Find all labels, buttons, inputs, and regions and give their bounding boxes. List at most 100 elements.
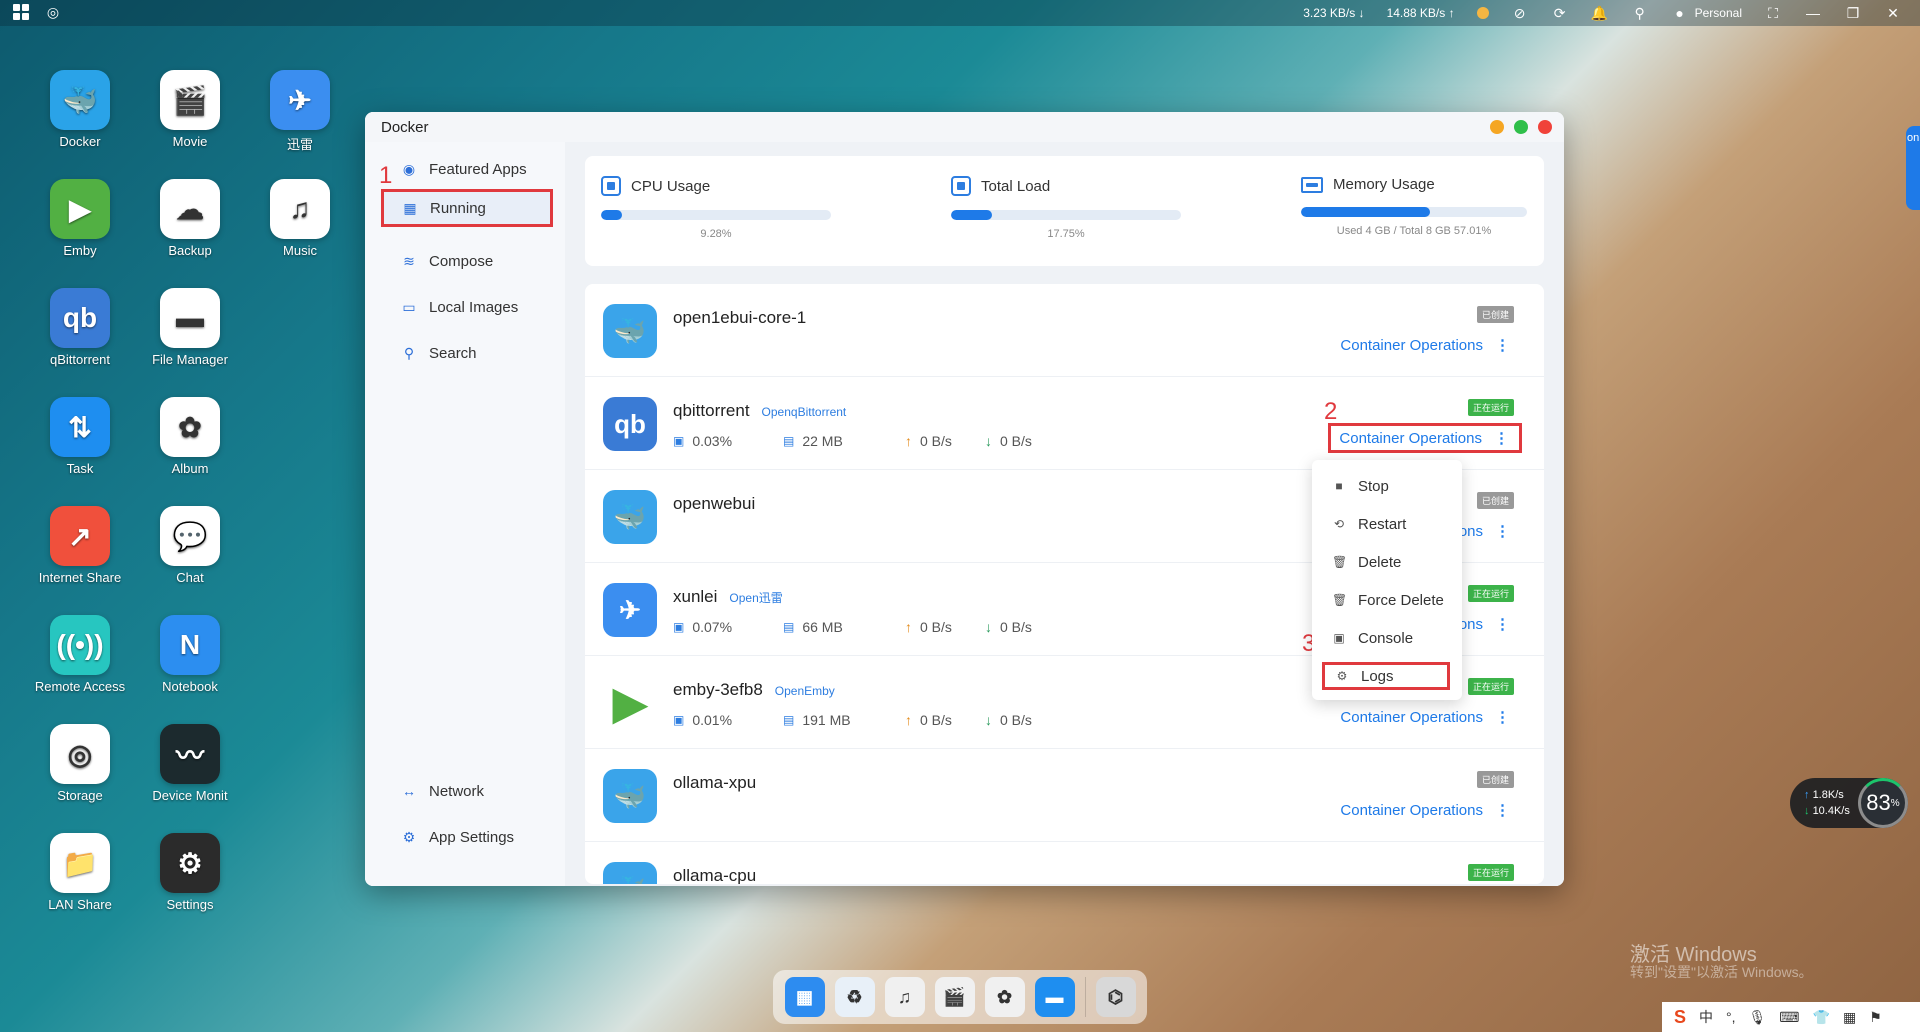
container-logo-icon: qb [603, 397, 657, 451]
tray-icon[interactable]: ⌨ [1779, 1009, 1799, 1026]
maximize-button[interactable] [1514, 120, 1528, 134]
menu-item-delete[interactable]: 🗑 Delete [1322, 548, 1450, 576]
container-operations-button[interactable]: Container Operations ⋮ [1328, 423, 1522, 453]
search-icon: ⚲ [403, 344, 415, 361]
sidebar-item-label: Running [430, 199, 486, 217]
app-center-icon[interactable]: ◎ [44, 3, 62, 21]
desktop-icon-[interactable]: ✈ 迅雷 [250, 70, 350, 153]
sidebar-item-featured-apps[interactable]: ◉ Featured Apps [383, 150, 551, 188]
sidebar-item-network[interactable]: ↔ Network [383, 772, 551, 810]
desktop-icon-music[interactable]: ♫ Music [250, 179, 350, 258]
container-operations-button[interactable]: Container Operations ⋮ [1340, 336, 1510, 355]
app-icon: qb [50, 288, 110, 348]
container-tag-link[interactable]: OpenqBittorrent [762, 405, 847, 419]
desktop-icon-notebook[interactable]: N Notebook [140, 615, 240, 694]
menu-item-console[interactable]: ▣ Console [1322, 624, 1450, 652]
sogou-logo-icon[interactable]: S [1674, 1007, 1686, 1028]
windows-icon[interactable] [12, 3, 30, 21]
kebab-icon: ⋮ [1495, 802, 1510, 819]
search-icon[interactable]: ⚲ [1631, 4, 1649, 22]
desktop-icon-label: Emby [63, 243, 97, 258]
desktop-icon-qbittorrent[interactable]: qb qBittorrent [30, 288, 130, 367]
dock-album-icon[interactable]: ✿ [984, 977, 1025, 1017]
dock-app-center-icon[interactable]: ▦ [784, 977, 825, 1017]
tray-icon[interactable]: ▦ [1843, 1009, 1856, 1026]
menu-item-restart[interactable]: ⟲ Restart [1322, 510, 1450, 538]
user-menu[interactable]: ● Personal [1671, 4, 1742, 22]
bell-icon[interactable]: 🔔 [1591, 4, 1609, 22]
sidebar-item-app-settings[interactable]: ⚙ App Settings [383, 818, 551, 856]
desktop-icon-internet-share[interactable]: ↗ Internet Share [30, 506, 130, 585]
desktop-icon-file-manager[interactable]: ▬ File Manager [140, 288, 240, 367]
upload-arrow-icon: ↑ [905, 712, 912, 728]
container-tag-link[interactable]: Open迅雷 [729, 591, 782, 605]
app-icon: ♫ [270, 179, 330, 239]
desktop-icon-label: Movie [172, 134, 208, 149]
dock-music-icon[interactable]: ♫ [884, 977, 925, 1017]
network-speed-widget[interactable]: ↑ 1.8K/s ↓ 10.4K/s 83% [1790, 778, 1908, 828]
desktop-icon-storage[interactable]: ◎ Storage [30, 724, 130, 803]
speed-icon[interactable]: ⊘ [1511, 4, 1529, 22]
container-row: qb qbittorrent OpenqBittorrent ▣ 0.03% ▤ 22 MB… [585, 377, 1544, 470]
desktop-icon-settings[interactable]: ⚙ Settings [140, 833, 240, 912]
container-operations-button[interactable]: Container Operations ⋮ [1340, 801, 1510, 820]
tray-icon[interactable]: 中 [1699, 1007, 1713, 1027]
dock-file-manager-icon[interactable]: ▬ [1034, 977, 1075, 1017]
sidebar-item-running[interactable]: ▦ Running [381, 189, 553, 227]
menu-item-label: Console [1358, 629, 1414, 647]
container-operations-button[interactable]: Container Operations ⋮ [1340, 708, 1510, 727]
sidebar-item-search[interactable]: ⚲ Search [383, 334, 551, 372]
desktop-icon-emby[interactable]: ▶ Emby [30, 179, 130, 258]
running-icon: ▦ [403, 199, 417, 216]
upload-metric: ↑ 0 B/s [905, 433, 952, 449]
desktop-icon-device-monit[interactable]: 〰 Device Monit [140, 724, 240, 803]
desktop-icon-chat[interactable]: 💬 Chat [140, 506, 240, 585]
desktop-icon-album[interactable]: ✿ Album [140, 397, 240, 476]
app-icon: 📁 [50, 833, 110, 893]
sync-icon[interactable]: ⟳ [1551, 4, 1569, 22]
menu-item-force-delete[interactable]: 🗑 Force Delete [1322, 586, 1450, 614]
container-tag-link[interactable]: OpenEmby [775, 684, 835, 698]
edge-side-tab[interactable]: on [1906, 126, 1920, 210]
kebab-icon: ⋮ [1495, 523, 1510, 540]
desktop-icon-task[interactable]: ⇅ Task [30, 397, 130, 476]
cpu-usage-value: 9.28% [700, 228, 732, 240]
cpu-usage-stat: CPU Usage 9.28% [601, 176, 831, 240]
desktop-icon-label: Settings [166, 897, 214, 912]
desktop-icon-remote-access[interactable]: ((•)) Remote Access [30, 615, 130, 694]
desktop-icon-label: Notebook [162, 679, 218, 694]
upload-metric: ↑ 0 B/s [905, 712, 952, 728]
fullscreen-icon[interactable]: ⛶ [1764, 4, 1782, 22]
desktop-icon-docker[interactable]: 🐳 Docker [30, 70, 130, 149]
menu-item-logs[interactable]: ⚙ Logs [1322, 662, 1450, 690]
upload-arrow-icon: ↑ [905, 619, 912, 635]
tray-icon[interactable]: 🎙 [1749, 1009, 1767, 1026]
tray-icon[interactable]: ⚑ [1869, 1009, 1882, 1026]
menu-item-stop[interactable]: ■ Stop [1322, 472, 1450, 500]
window-titlebar[interactable]: Docker [365, 112, 1564, 142]
minimize-button[interactable] [1490, 120, 1504, 134]
container-name: open1ebui-core-1 [673, 308, 807, 327]
app-icon: ▶ [50, 179, 110, 239]
close-button[interactable] [1538, 120, 1552, 134]
stop-icon: ■ [1335, 479, 1343, 493]
dock-movie-icon[interactable]: 🎬 [934, 977, 975, 1017]
desktop-icon-movie[interactable]: 🎬 Movie [140, 70, 240, 149]
tray-icon[interactable]: 👕 [1813, 1009, 1830, 1026]
desktop-icon-lan-share[interactable]: 📁 LAN Share [30, 833, 130, 912]
download-arrow-icon: ↓ [985, 433, 992, 449]
sidebar-item-local-images[interactable]: ▭ Local Images [383, 288, 551, 326]
desktop-icon-backup[interactable]: ☁ Backup [140, 179, 240, 258]
memory-icon [1301, 176, 1323, 193]
minimize-icon[interactable]: — [1804, 4, 1822, 22]
app-icon: N [160, 615, 220, 675]
sidebar-item-compose[interactable]: ≋ Compose [383, 242, 551, 280]
dock-recycle-icon[interactable]: ♻ [834, 977, 875, 1017]
restore-icon[interactable]: ❐ [1844, 4, 1862, 22]
close-icon[interactable]: ✕ [1884, 4, 1902, 22]
dock-device-monitor-icon[interactable]: ⌬ [1095, 977, 1136, 1017]
status-dot[interactable] [1476, 7, 1489, 19]
tray-icon[interactable]: °, [1726, 1009, 1736, 1025]
container-row: 🐳 ollama-cpu 正在运行 [585, 842, 1544, 884]
app-icon: ▬ [160, 288, 220, 348]
